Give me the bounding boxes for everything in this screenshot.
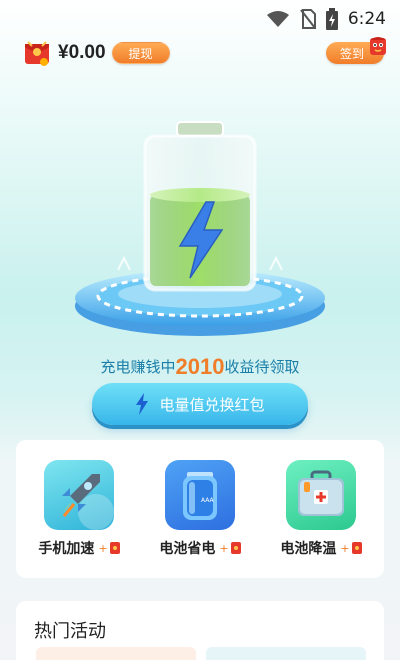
promo-text: 充电赚钱中2010收益待领取 (0, 354, 400, 380)
battery-charging-icon (325, 8, 338, 30)
red-packet-icon (230, 542, 241, 554)
activity-banner[interactable] (36, 647, 196, 660)
red-packet-icon (109, 542, 120, 554)
tool-name: 电池降温 (280, 541, 337, 557)
tool-battery-cooling[interactable]: 电池降温 + (266, 460, 376, 558)
first-aid-kit-icon (286, 460, 356, 530)
bonus-plus: + (98, 541, 108, 555)
tool-label: 电池省电 + (145, 538, 255, 558)
exchange-label: 电量值兑换红包 (159, 395, 265, 414)
tool-name: 手机加速 (38, 541, 95, 557)
activity-banner[interactable] (206, 647, 366, 660)
red-packet-icon (351, 542, 362, 554)
lightning-icon (136, 393, 149, 415)
tool-label: 手机加速 + (24, 538, 134, 558)
rocket-icon (44, 460, 114, 530)
status-bar: 6:24 (0, 0, 400, 36)
exchange-red-packet-button[interactable]: 电量值兑换红包 (92, 383, 308, 425)
wallet: ¥0.00 提现 (22, 38, 170, 68)
svg-text:AAA: AAA (201, 497, 215, 504)
no-sim-icon (300, 9, 316, 29)
wifi-icon (266, 11, 289, 27)
bonus-plus: + (219, 541, 229, 555)
promo-amount: 2010 (175, 354, 225, 379)
checkin-label: 签到 (340, 46, 365, 61)
battery-hero (60, 110, 340, 340)
tool-battery-saver[interactable]: AAA 电池省电 + (145, 460, 255, 558)
battery-cell-icon: AAA (165, 460, 235, 530)
tools-card: 手机加速 + AAA 电池省电 + 电池降温 + (16, 440, 384, 578)
promo-prefix: 充电赚钱中 (100, 358, 176, 376)
tool-phone-boost[interactable]: 手机加速 + (24, 460, 134, 558)
red-envelope-mascot-icon (370, 37, 386, 55)
hot-activities-card: 热门活动 (16, 601, 384, 660)
status-time: 6:24 (347, 9, 386, 29)
tool-label: 电池降温 + (266, 538, 376, 558)
checkin-button[interactable]: 签到 (326, 37, 386, 64)
tool-name: 电池省电 (159, 541, 216, 557)
battery-lightning-icon (75, 121, 325, 336)
red-envelope-icon (25, 41, 49, 66)
bonus-plus: + (340, 541, 350, 555)
section-title: 热门活动 (34, 621, 106, 642)
balance-amount: ¥0.00 (58, 42, 106, 63)
promo-suffix: 收益待领取 (224, 358, 300, 376)
withdraw-button[interactable]: 提现 (111, 42, 170, 64)
status-icons: 6:24 (266, 8, 386, 30)
